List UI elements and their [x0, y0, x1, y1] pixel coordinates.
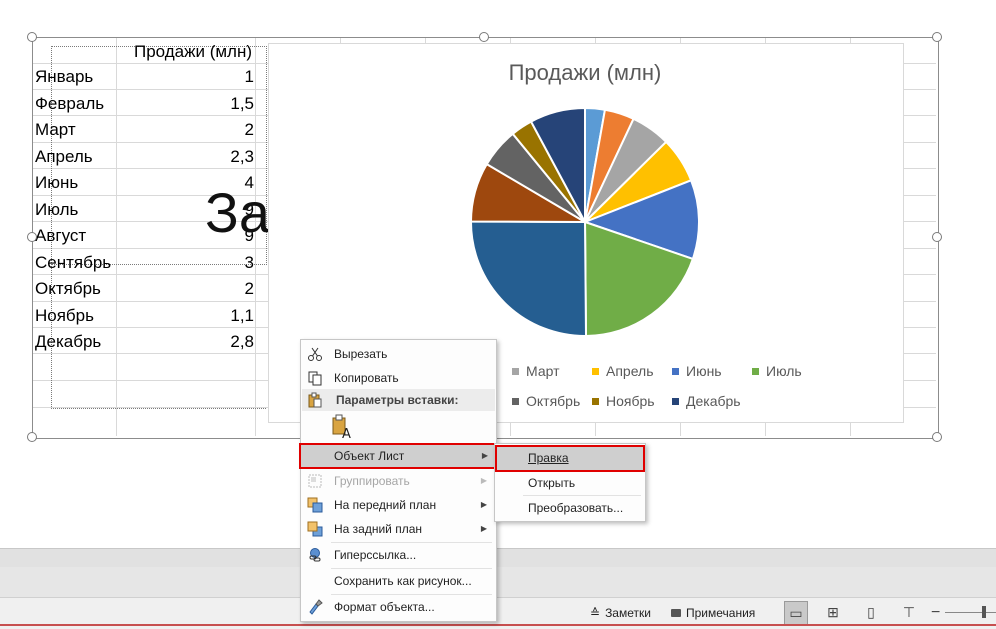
resize-handle-bottom-left[interactable]: [27, 432, 37, 442]
resize-handle-bottom-right[interactable]: [932, 432, 942, 442]
notes-button[interactable]: ≙ Заметки: [590, 603, 651, 623]
menu-item-bring-front[interactable]: На передний план ▶: [302, 493, 495, 517]
menu-item-cut[interactable]: Вырезать: [302, 342, 495, 366]
submenu-item-label: Открыть: [528, 476, 576, 490]
resize-handle-top-left[interactable]: [27, 32, 37, 42]
resize-handle-top-right[interactable]: [932, 32, 942, 42]
paste-options-label: Параметры вставки:: [336, 393, 459, 407]
submenu-item-label: Преобразовать...: [528, 501, 624, 515]
bring-front-icon: [307, 497, 323, 513]
submenu-arrow-icon: ▶: [481, 451, 488, 460]
submenu-item-label: Правка: [528, 451, 569, 465]
menu-item-format-object[interactable]: Формат объекта...: [302, 595, 495, 619]
menu-item-copy[interactable]: Копировать: [302, 366, 495, 390]
format-brush-icon: [309, 599, 323, 615]
resize-handle-left[interactable]: [27, 232, 37, 242]
menu-item-save-as-picture[interactable]: Сохранить как рисунок...: [302, 569, 495, 593]
submenu-item-open[interactable]: Открыть: [496, 471, 644, 495]
slide-area-gap: [0, 549, 996, 567]
scissors-icon: [308, 347, 322, 361]
zoom-slider-thumb[interactable]: [982, 606, 986, 618]
comments-button[interactable]: Примечания: [671, 603, 755, 623]
paste-icon: [308, 392, 322, 408]
submenu-arrow-icon: ▶: [480, 476, 487, 485]
submenu-arrow-icon: ▶: [480, 500, 487, 509]
menu-item-label: Вырезать: [334, 347, 388, 361]
object-submenu: Правка Открыть Преобразовать...: [494, 443, 646, 522]
zoom-slider[interactable]: [945, 612, 996, 613]
slideshow-icon[interactable]: ⊤: [898, 601, 920, 623]
menu-item-label: Сохранить как рисунок...: [334, 574, 472, 588]
slide-sorter-icon[interactable]: ⊞: [822, 601, 844, 623]
submenu-item-convert[interactable]: Преобразовать...: [496, 496, 644, 520]
resize-handle-top[interactable]: [479, 32, 489, 42]
paste-text-only-icon: A: [332, 414, 351, 442]
menu-item-send-back[interactable]: На задний план ▶: [302, 517, 495, 541]
hyperlink-icon: [309, 548, 321, 562]
menu-item-label: Формат объекта...: [334, 600, 435, 614]
resize-handle-right[interactable]: [932, 232, 942, 242]
menu-item-label: Копировать: [334, 371, 399, 385]
notes-icon: ≙: [590, 606, 601, 620]
window-accent-bar: [0, 624, 996, 626]
menu-item-label: Объект Лист: [334, 449, 405, 463]
menu-item-label: На задний план: [334, 522, 423, 536]
menu-item-group[interactable]: Группировать ▶: [302, 469, 495, 493]
paste-options-header: Параметры вставки:: [302, 389, 495, 411]
paste-keep-text-button[interactable]: A: [331, 414, 355, 442]
notes-label: Заметки: [605, 606, 651, 620]
submenu-item-edit[interactable]: Правка: [495, 445, 645, 472]
menu-item-hyperlink[interactable]: Гиперссылка...: [302, 543, 495, 567]
menu-item-label: На передний план: [334, 498, 437, 512]
zoom-out-icon[interactable]: −: [931, 603, 940, 623]
menu-item-label: Группировать: [334, 474, 410, 488]
copy-icon: [308, 371, 322, 386]
menu-item-label: Гиперссылка...: [334, 548, 417, 562]
send-back-icon: [307, 521, 323, 537]
svg-text:A: A: [342, 427, 351, 440]
normal-view-icon[interactable]: ▭: [784, 601, 808, 625]
group-icon: [308, 474, 322, 488]
menu-item-object-sheet[interactable]: Объект Лист ▶: [299, 443, 498, 469]
comment-icon: [671, 609, 681, 617]
reading-view-icon[interactable]: ▯: [860, 601, 882, 623]
context-menu: Вырезать Копировать Параметры вставки: A…: [299, 339, 498, 622]
submenu-arrow-icon: ▶: [480, 524, 487, 533]
comments-label: Примечания: [686, 606, 756, 620]
